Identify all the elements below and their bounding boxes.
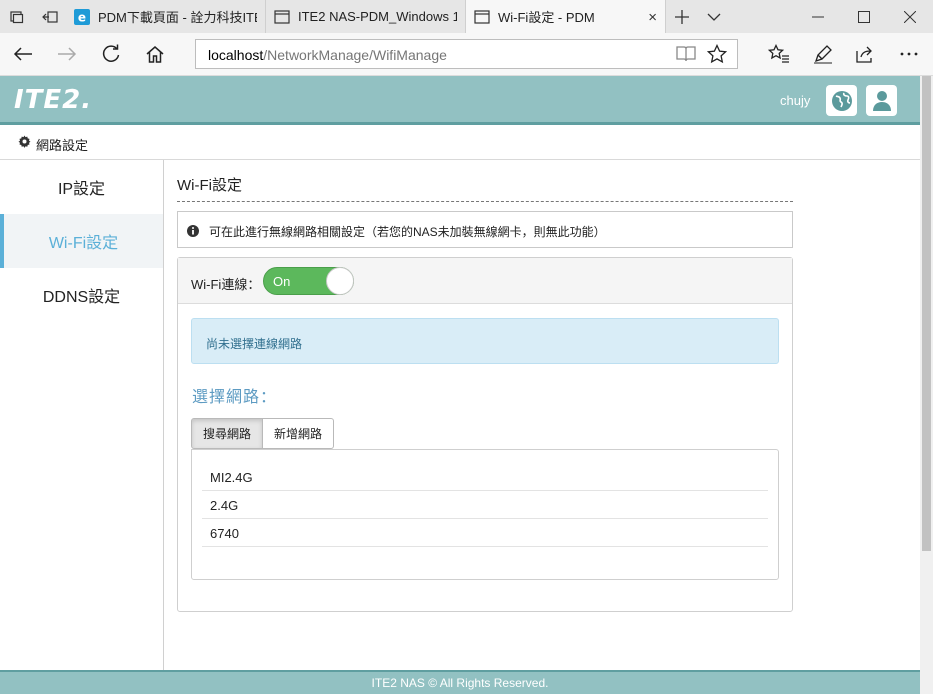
tab-wifi-settings[interactable]: Wi-Fi設定 - PDM × [466, 0, 666, 33]
browser-tab-bar: e PDM下載頁面 - 詮力科技ITE ITE2 NAS-PDM_Windows… [0, 0, 933, 33]
settings-sidebar: IP設定 Wi-Fi設定 DDNS設定 [0, 160, 164, 670]
username[interactable]: chujy [780, 93, 810, 108]
network-mode-tabs: 搜尋網路 新增網路 [191, 418, 335, 449]
favorites-hub-icon[interactable] [759, 33, 799, 75]
globe-icon [831, 90, 852, 111]
alert-text: 尚未選擇連線網路 [206, 337, 303, 351]
reading-view-icon[interactable] [676, 45, 696, 68]
tab-title: Wi-Fi設定 - PDM [498, 10, 595, 25]
site-footer: ITE2 NAS © All Rights Reserved. [0, 670, 920, 694]
gear-icon [18, 135, 31, 153]
edge-favicon-icon: e [74, 8, 90, 25]
more-options-icon[interactable] [889, 33, 929, 75]
forward-arrow-icon[interactable] [47, 33, 87, 75]
share-icon[interactable] [845, 33, 885, 75]
title-divider [177, 201, 793, 202]
web-page: ITE2. chujy 網路設定 IP設定 Wi-Fi設定 DDNS設定 Wi-… [0, 76, 920, 694]
no-network-alert: 尚未選擇連線網路 [191, 318, 779, 364]
sidebar-item-label: IP設定 [57, 181, 106, 198]
copyright-text: ITE2 NAS © All Rights Reserved. [371, 676, 549, 690]
sidebar-item-ip[interactable]: IP設定 [0, 160, 163, 214]
set-tabs-aside-icon[interactable] [33, 0, 66, 33]
tab-close-icon[interactable]: × [648, 9, 657, 26]
page-icon [474, 9, 490, 25]
wifi-toggle-switch[interactable]: On [263, 267, 354, 295]
tab-title: PDM下載頁面 - 詮力科技ITE [98, 10, 257, 25]
wifi-panel-header: Wi-Fi連線： On [178, 258, 792, 304]
minimize-button[interactable] [795, 0, 841, 33]
tab-nas-pdm[interactable]: ITE2 NAS-PDM_Windows 1( [266, 0, 466, 33]
network-list: MI2.4G 2.4G 6740 [191, 449, 779, 580]
search-network-button[interactable]: 搜尋網路 [191, 418, 264, 449]
wifi-connection-label: Wi-Fi連線： [191, 277, 261, 292]
network-ssid: 2.4G [210, 498, 239, 513]
tab-actions-icon[interactable] [0, 0, 33, 33]
sidebar-item-wifi[interactable]: Wi-Fi設定 [0, 214, 163, 268]
back-arrow-icon[interactable] [3, 33, 43, 75]
scrollbar-thumb[interactable] [922, 76, 931, 551]
home-icon[interactable] [135, 33, 175, 75]
network-list-item[interactable]: MI2.4G [202, 463, 768, 491]
network-ssid: MI2.4G [210, 470, 253, 485]
tab-pdm-download[interactable]: e PDM下載頁面 - 詮力科技ITE [66, 0, 266, 33]
user-profile-button[interactable] [866, 85, 897, 116]
network-ssid: 6740 [210, 526, 239, 541]
site-logo: ITE2. [14, 85, 93, 115]
network-list-item[interactable]: 6740 [202, 519, 768, 547]
info-text: 可在此進行無線網路相關設定（若您的NAS未加裝無線網卡，則無此功能） [209, 225, 606, 239]
page-icon [274, 9, 290, 25]
address-bar[interactable]: localhost/NetworkManage/WifiManage [195, 39, 738, 69]
info-circle-icon [187, 224, 199, 242]
url-text: localhost/NetworkManage/WifiManage [208, 47, 447, 63]
wifi-panel: Wi-Fi連線： On 尚未選擇連線網路 選擇網路： 搜尋網路 新增網路 MI2… [177, 257, 793, 612]
new-tab-button[interactable] [666, 0, 698, 33]
sidebar-item-ddns[interactable]: DDNS設定 [0, 268, 163, 322]
page-title: Wi-Fi設定 [177, 177, 242, 194]
user-icon [872, 90, 891, 111]
refresh-icon[interactable] [91, 33, 131, 75]
info-notice: 可在此進行無線網路相關設定（若您的NAS未加裝無線網卡，則無此功能） [177, 211, 793, 248]
toggle-knob [326, 267, 354, 295]
sidebar-item-label: Wi-Fi設定 [48, 235, 119, 252]
favorite-star-icon[interactable] [706, 43, 728, 69]
page-scrollbar[interactable] [920, 76, 933, 694]
breadcrumb-label[interactable]: 網路設定 [36, 135, 88, 154]
tab-title: ITE2 NAS-PDM_Windows 1( [298, 9, 457, 24]
add-network-button[interactable]: 新增網路 [263, 418, 335, 449]
tab-preview-chevron-icon[interactable] [698, 0, 730, 33]
web-note-pen-icon[interactable] [803, 33, 843, 75]
site-header: ITE2. chujy [0, 76, 920, 125]
network-list-item[interactable]: 2.4G [202, 491, 768, 519]
close-window-button[interactable] [887, 0, 933, 33]
wifi-toggle-state: On [273, 274, 291, 289]
language-globe-button[interactable] [826, 85, 857, 116]
sidebar-item-label: DDNS設定 [42, 289, 121, 306]
browser-nav-bar: localhost/NetworkManage/WifiManage [0, 33, 933, 76]
maximize-button[interactable] [841, 0, 887, 33]
svg-text:e: e [78, 10, 86, 24]
select-network-heading: 選擇網路： [192, 389, 278, 406]
breadcrumb: 網路設定 [0, 125, 920, 160]
